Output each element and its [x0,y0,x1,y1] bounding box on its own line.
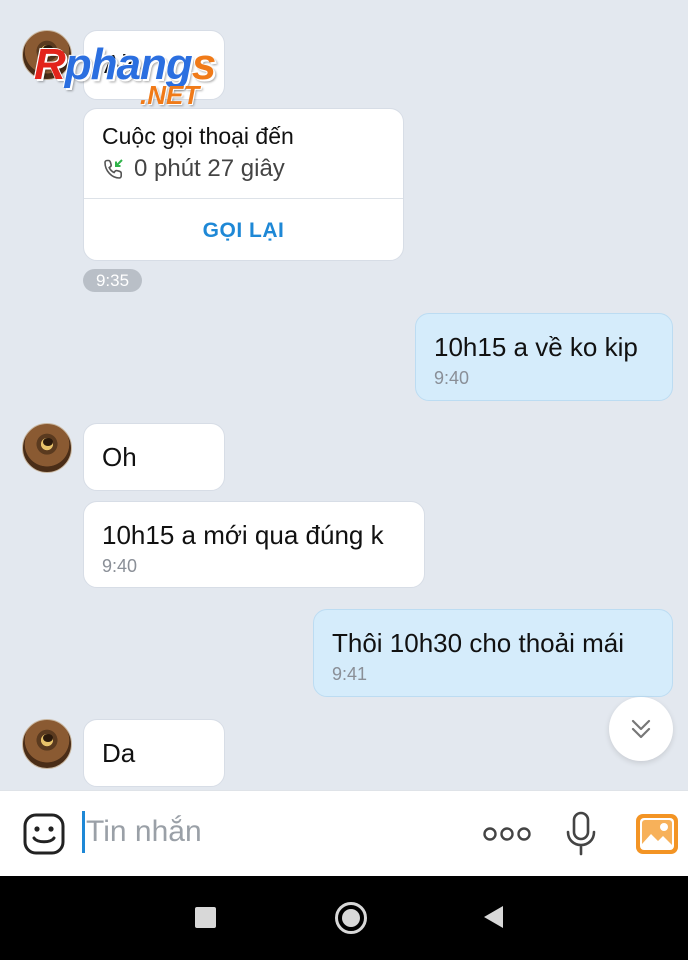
message-bubble-incoming[interactable]: Oh [83,423,225,491]
call-duration-row: 0 phút 27 giây [102,155,285,183]
chevron-double-down-icon [631,719,651,739]
watermark-sub: .NET [140,80,200,110]
message-bubble-incoming[interactable]: Da [83,719,225,787]
message-time: 9:41 [332,664,368,684]
message-text: 10h15 a mới qua đúng k [102,520,384,550]
call-back-button[interactable]: GỌI LẠI [84,199,403,260]
timestamp-pill: 9:35 [83,269,142,292]
image-icon[interactable] [634,812,680,856]
message-bubble-outgoing[interactable]: Thôi 10h30 cho thoải mái 9:41 [313,609,673,697]
message-composer [0,790,688,876]
back-button[interactable] [484,906,503,928]
message-bubble-incoming[interactable]: 10h15 a mới qua đúng k 9:40 [83,501,425,588]
scroll-to-bottom-button[interactable] [609,697,673,761]
incoming-call-card: Cuộc gọi thoại đến 0 phút 27 giây GỌI LẠ… [83,108,404,261]
incoming-call-icon [104,159,123,179]
contact-avatar[interactable] [22,423,72,473]
call-duration-text: 0 phút 27 giây [134,155,285,182]
message-input[interactable] [86,809,446,855]
message-text: Thôi 10h30 cho thoải mái [332,628,624,658]
emoji-icon[interactable] [22,812,66,856]
more-dots-icon[interactable] [482,821,532,847]
recent-apps-button[interactable] [195,907,216,928]
call-title: Cuộc gọi thoại đến [102,123,294,149]
message-time: 9:40 [434,368,470,388]
home-button[interactable] [335,902,367,934]
chat-area[interactable]: Alo Rphangs .NET Cuộc gọi thoại đến 0 ph… [0,0,688,790]
contact-avatar[interactable] [22,719,72,769]
message-text: Da [102,738,136,768]
message-time: 9:40 [102,556,138,576]
text-cursor [82,811,85,853]
system-nav-bar [0,876,688,960]
message-bubble-outgoing[interactable]: 10h15 a về ko kip 9:40 [415,313,673,401]
watermark-logo: Rphangs .NET [28,36,243,110]
message-text: Oh [102,442,137,472]
microphone-icon[interactable] [565,811,597,857]
message-text: 10h15 a về ko kip [434,332,638,362]
